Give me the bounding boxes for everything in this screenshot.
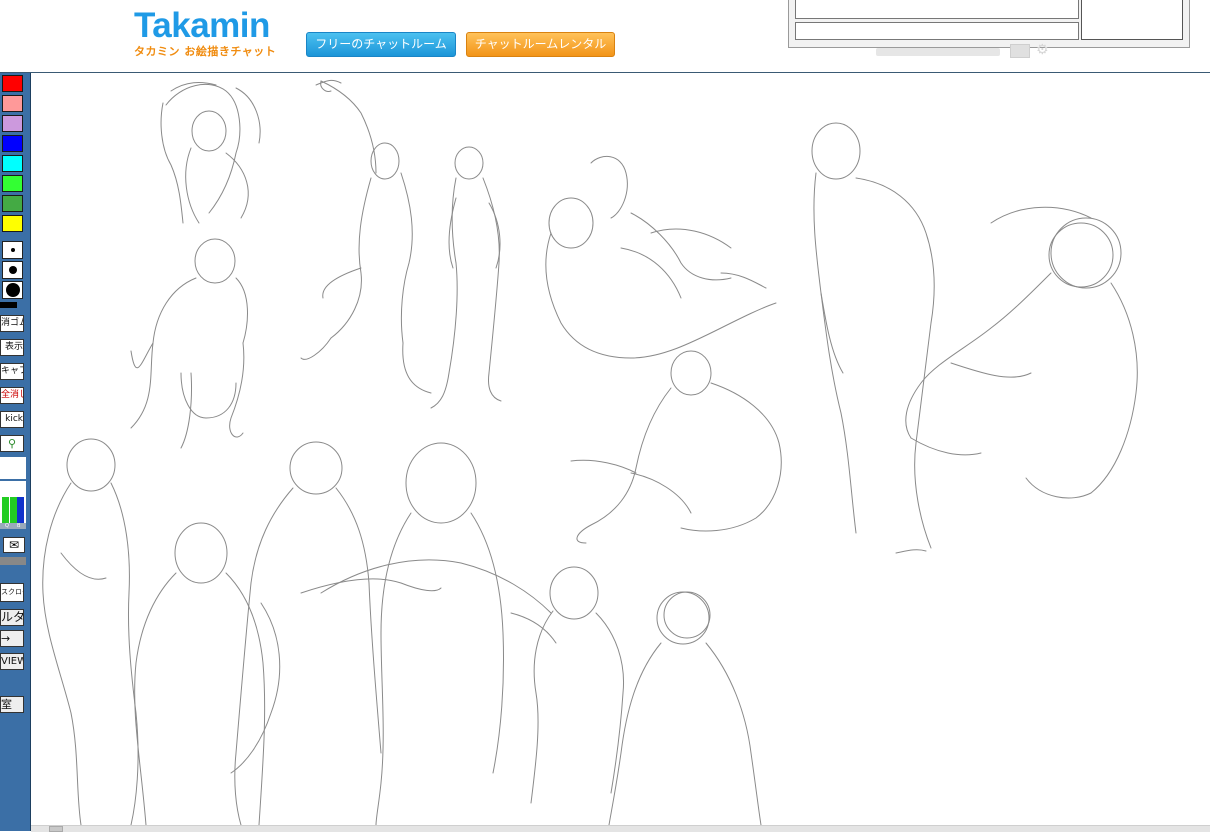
- sketch-figure-crouch-back: [130, 238, 248, 449]
- capture-button[interactable]: キャプ: [0, 363, 24, 380]
- color-swatch-pink[interactable]: [2, 95, 23, 112]
- color-swatch-cyan[interactable]: [2, 155, 23, 172]
- sketch-figure-small-seated: [510, 566, 625, 804]
- current-pen-indicator: [0, 302, 17, 308]
- free-chat-room-button[interactable]: フリーのチャットルーム: [306, 32, 456, 57]
- color-swatch-light-green[interactable]: [2, 175, 23, 192]
- view-button[interactable]: VIEW: [0, 653, 24, 670]
- partially-hidden-slider[interactable]: [876, 48, 1000, 56]
- pen-size-small-button[interactable]: [2, 241, 23, 259]
- karuta-button[interactable]: ルタ: [0, 609, 24, 626]
- room-button[interactable]: 室: [0, 696, 24, 713]
- drawing-canvas[interactable]: [31, 73, 1210, 825]
- sketch-figure-standing-woman: [430, 146, 502, 409]
- pen-size-large-button[interactable]: [2, 281, 23, 299]
- meter-label-b: B: [17, 523, 21, 529]
- color-swatch-red[interactable]: [2, 75, 23, 92]
- sketch-figure-center-third: [234, 441, 442, 825]
- chat-log-field[interactable]: [795, 0, 1079, 19]
- chat-panel: [788, 0, 1190, 48]
- sketch-figure-bottom-left: [42, 438, 139, 825]
- scrollbar-thumb[interactable]: [49, 826, 63, 832]
- zoom-button[interactable]: ⚲: [0, 435, 24, 452]
- sketch-figure-bent-over: [905, 206, 1138, 499]
- arrow-right-button[interactable]: →: [0, 630, 24, 647]
- sketch-figure-tall-standing: [811, 122, 935, 554]
- site-header: Takamin タカミン お絵描きチャット フリーのチャットルーム チャットルー…: [0, 0, 1210, 73]
- sketch-figure-small-standing: [608, 591, 762, 825]
- color-swatch-lavender[interactable]: [2, 115, 23, 132]
- scroll-button[interactable]: スクロール: [0, 583, 24, 602]
- drawing-toolbar: 消ゴム 表示 キャプ 全消し kick ⚲ Q B ✉ スクロール ルタ → V…: [0, 73, 31, 831]
- mail-icon[interactable]: ✉: [3, 537, 25, 553]
- meter-label-q: Q: [5, 523, 9, 529]
- clear-all-button[interactable]: 全消し: [0, 387, 24, 404]
- pen-size-medium-button[interactable]: [2, 261, 23, 279]
- toolbar-divider: [0, 557, 26, 565]
- user-list-box[interactable]: [1081, 0, 1183, 40]
- sketch-figure-center-left: [134, 522, 281, 825]
- color-swatch-blue[interactable]: [2, 135, 23, 152]
- sketch-figure-arms-raised: [160, 82, 261, 224]
- chat-room-rental-button[interactable]: チャットルームレンタル: [466, 32, 615, 57]
- logo-subtitle: タカミン お絵描きチャット: [134, 45, 277, 58]
- color-swatch-yellow[interactable]: [2, 215, 23, 232]
- partially-hidden-button[interactable]: [1010, 44, 1030, 58]
- color-swatch-green[interactable]: [2, 195, 23, 212]
- gear-icon[interactable]: ⚙: [1036, 43, 1052, 57]
- sketch-layer: [42, 79, 1138, 825]
- chat-input-field[interactable]: [795, 22, 1079, 40]
- display-button[interactable]: 表示: [0, 339, 24, 356]
- eraser-button[interactable]: 消ゴム: [0, 315, 24, 332]
- sketch-figure-crouching: [570, 350, 782, 544]
- sketch-figure-lying: [545, 155, 777, 359]
- sketch-figure-large-head: [320, 442, 552, 825]
- sketch-figure-dancer: [300, 79, 432, 394]
- toolbar-blank-area: [0, 457, 26, 479]
- level-meters: Q B: [0, 481, 26, 529]
- magnifier-icon: ⚲: [7, 437, 17, 450]
- logo-title[interactable]: Takamin: [134, 6, 270, 46]
- kick-button[interactable]: kick: [0, 411, 24, 428]
